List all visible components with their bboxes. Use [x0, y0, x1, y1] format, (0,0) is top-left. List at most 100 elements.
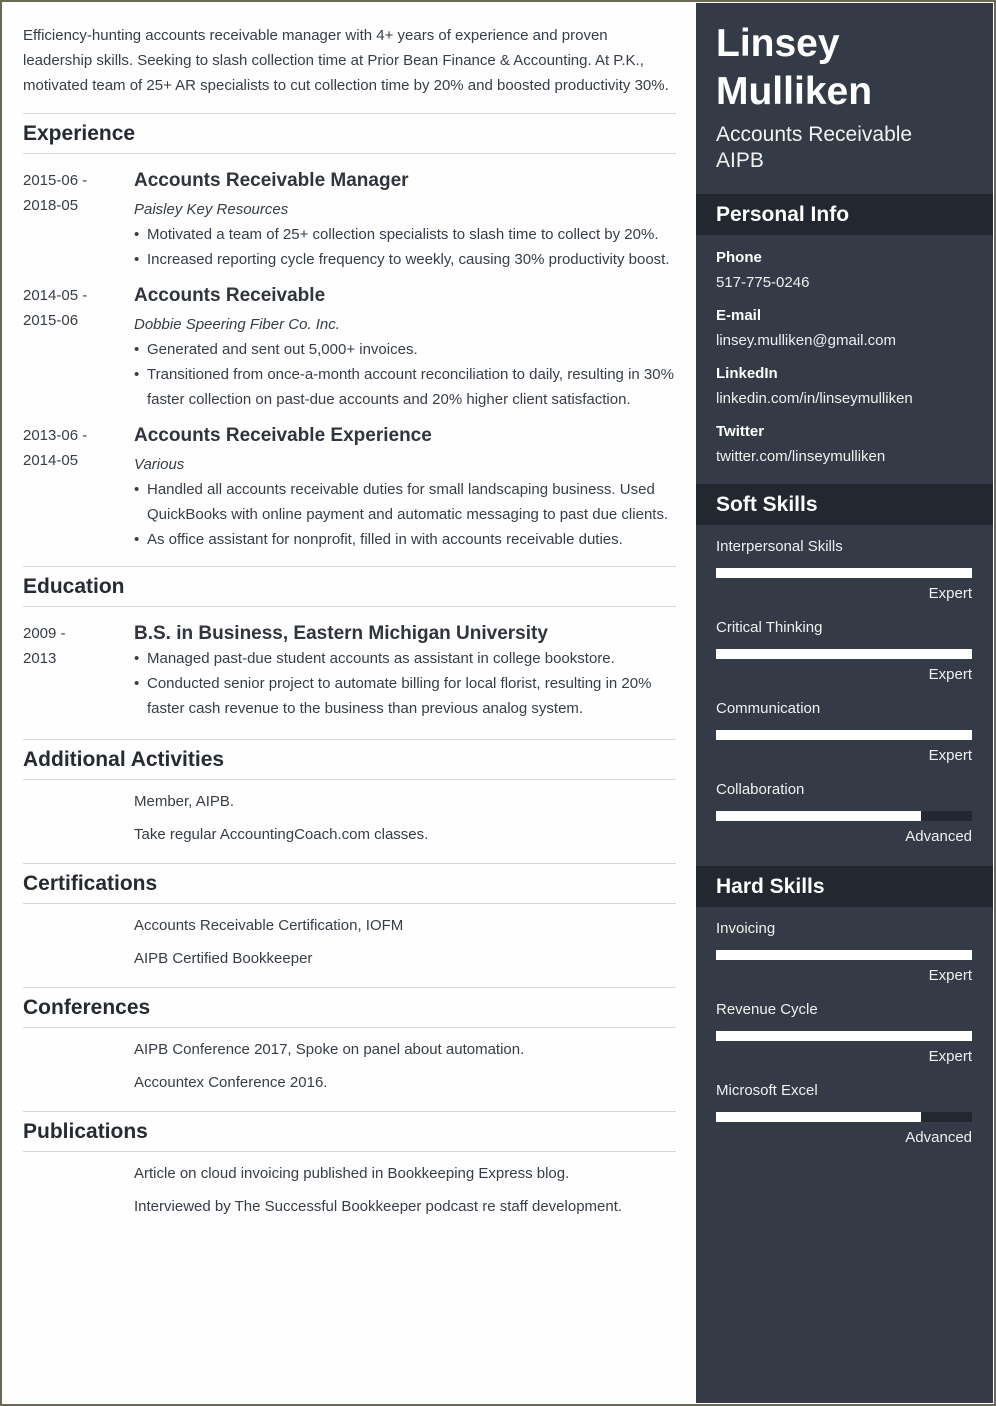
info-item-email: E-mail linsey.mulliken@gmail.com — [716, 303, 976, 353]
bullet-list: Motivated a team of 25+ collection speci… — [134, 222, 676, 272]
skill-level-bar — [716, 950, 972, 960]
section-heading: Publications — [23, 1111, 676, 1152]
bullet-item: Managed past-due student accounts as ass… — [134, 646, 676, 671]
skill-item: Microsoft Excel Advanced — [716, 1081, 972, 1148]
bullet-item: As office assistant for nonprofit, fille… — [134, 527, 676, 552]
skill-level-bar — [716, 1112, 972, 1122]
linkedin-link[interactable]: linkedin.com/in/linseymulliken — [716, 386, 976, 411]
info-item-twitter: Twitter twitter.com/linseymulliken — [716, 419, 976, 469]
title-line: AIPB — [716, 149, 764, 172]
personal-info-list: Phone 517-775-0246 E-mail linsey.mullike… — [716, 245, 976, 477]
entry-body: Accounts Receivable Experience Various H… — [134, 423, 676, 552]
info-item-phone: Phone 517-775-0246 — [716, 245, 976, 295]
certifications-section: Certifications Accounts Receivable Certi… — [23, 863, 676, 979]
date-start: 2014-05 - — [23, 287, 88, 304]
education-section: Education 2009 - 2013 B.S. in Business, … — [23, 566, 676, 721]
date-start: 2009 - — [23, 625, 66, 642]
skill-level-label: Advanced — [905, 1129, 972, 1146]
date-end: 2018-05 — [23, 197, 79, 214]
entry-body: Accounts Receivable Manager Paisley Key … — [134, 168, 676, 272]
bullet-item: Motivated a team of 25+ collection speci… — [134, 222, 676, 247]
experience-entry: 2014-05 - 2015-06 Accounts Receivable Do… — [23, 283, 676, 412]
skill-level-bar — [716, 568, 972, 578]
skill-level-bar — [716, 730, 972, 740]
entry-date: 2013-06 - 2014-05 — [23, 423, 123, 473]
hard-skills-heading: Hard Skills — [696, 866, 993, 907]
job-title: Accounts Receivable — [134, 285, 326, 306]
job-title: Accounts Receivable Experience — [134, 425, 432, 446]
phone-value[interactable]: 517-775-0246 — [716, 270, 976, 295]
date-end: 2013 — [23, 650, 57, 667]
section-heading: Certifications — [23, 863, 676, 904]
job-title: Accounts Receivable Manager — [134, 170, 409, 191]
skill-item: Critical Thinking Expert — [716, 618, 972, 685]
date-end: 2015-06 — [23, 312, 79, 329]
skill-level-label: Expert — [928, 747, 972, 764]
bullet-item: Increased reporting cycle frequency to w… — [134, 247, 676, 272]
soft-skills-heading: Soft Skills — [696, 484, 993, 525]
skill-name: Invoicing — [716, 920, 776, 937]
list-item: Member, AIPB. — [134, 793, 235, 810]
bullet-list: Handled all accounts receivable duties f… — [134, 477, 676, 552]
skill-item: Interpersonal Skills Expert — [716, 537, 972, 604]
experience-entry: 2015-06 - 2018-05 Accounts Receivable Ma… — [23, 168, 676, 272]
info-item-linkedin: LinkedIn linkedin.com/in/linseymulliken — [716, 361, 976, 411]
bullet-item: Conducted senior project to automate bil… — [134, 671, 676, 721]
skill-level-fill — [716, 649, 972, 659]
publications-section: Publications Article on cloud invoicing … — [23, 1111, 676, 1227]
section-heading: Education — [23, 566, 676, 607]
skill-level-bar — [716, 1031, 972, 1041]
title-line: Accounts Receivable — [716, 123, 913, 146]
info-label: Phone — [716, 249, 762, 266]
skill-level-fill — [716, 950, 972, 960]
skill-item: Revenue Cycle Expert — [716, 1000, 972, 1067]
bullet-list: Generated and sent out 5,000+ invoices. … — [134, 337, 676, 412]
skill-name: Communication — [716, 700, 821, 717]
section-heading: Additional Activities — [23, 739, 676, 780]
skill-level-fill — [716, 1031, 972, 1041]
section-heading: Conferences — [23, 987, 676, 1028]
bullet-item: Handled all accounts receivable duties f… — [134, 477, 676, 527]
candidate-title: Accounts Receivable AIPB — [716, 122, 912, 174]
entry-body: B.S. in Business, Eastern Michigan Unive… — [134, 621, 676, 721]
profile-summary: Efficiency-hunting accounts receivable m… — [23, 27, 669, 94]
skill-name: Microsoft Excel — [716, 1082, 818, 1099]
experience-section: Experience 2015-06 - 2018-05 Accounts Re… — [23, 113, 676, 552]
list-item: AIPB Certified Bookkeeper — [134, 950, 313, 967]
activities-list: Member, AIPB. Take regular AccountingCoa… — [134, 789, 676, 847]
info-label: E-mail — [716, 307, 762, 324]
info-label: LinkedIn — [716, 365, 778, 382]
company-name: Dobbie Speering Fiber Co. Inc. — [134, 316, 340, 333]
degree-title: B.S. in Business, Eastern Michigan Unive… — [134, 623, 548, 644]
twitter-link[interactable]: twitter.com/linseymulliken — [716, 444, 976, 469]
skill-level-label: Advanced — [905, 828, 972, 845]
personal-info-heading: Personal Info — [696, 194, 993, 235]
info-label: Twitter — [716, 423, 765, 440]
entry-date: 2009 - 2013 — [23, 621, 123, 671]
company-name: Paisley Key Resources — [134, 201, 289, 218]
sidebar: Linsey Mulliken Accounts Receivable AIPB… — [696, 3, 993, 1403]
list-item: Take regular AccountingCoach.com classes… — [134, 826, 429, 843]
experience-entry: 2013-06 - 2014-05 Accounts Receivable Ex… — [23, 423, 676, 552]
entry-date: 2015-06 - 2018-05 — [23, 168, 123, 218]
date-start: 2015-06 - — [23, 172, 88, 189]
date-start: 2013-06 - — [23, 427, 88, 444]
conferences-section: Conferences AIPB Conference 2017, Spoke … — [23, 987, 676, 1103]
date-end: 2014-05 — [23, 452, 79, 469]
skill-level-bar — [716, 649, 972, 659]
conferences-list: AIPB Conference 2017, Spoke on panel abo… — [134, 1037, 676, 1095]
education-entry: 2009 - 2013 B.S. in Business, Eastern Mi… — [23, 621, 676, 721]
last-name: Mulliken — [716, 70, 873, 113]
skill-level-label: Expert — [928, 666, 972, 683]
bullet-item: Generated and sent out 5,000+ invoices. — [134, 337, 676, 362]
skill-item: Communication Expert — [716, 699, 972, 766]
company-name: Various — [134, 456, 185, 473]
skill-level-label: Expert — [928, 967, 972, 984]
skill-name: Revenue Cycle — [716, 1001, 818, 1018]
skill-level-fill — [716, 811, 921, 821]
bullet-list: Managed past-due student accounts as ass… — [134, 646, 676, 721]
certifications-list: Accounts Receivable Certification, IOFM … — [134, 913, 676, 971]
entry-body: Accounts Receivable Dobbie Speering Fibe… — [134, 283, 676, 412]
skill-name: Critical Thinking — [716, 619, 823, 636]
email-link[interactable]: linsey.mulliken@gmail.com — [716, 328, 976, 353]
